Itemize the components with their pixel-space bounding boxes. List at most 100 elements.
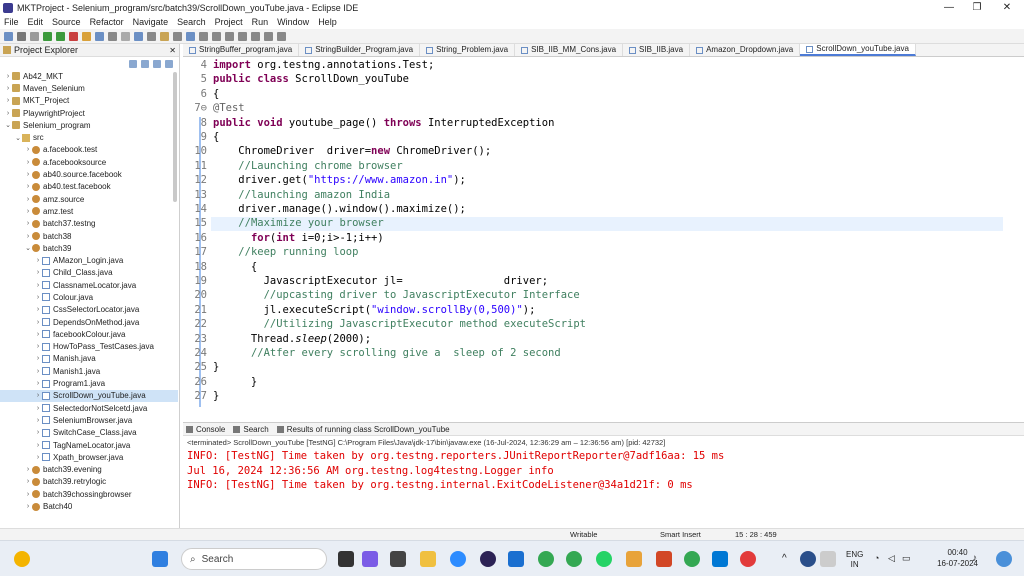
tree-toggle-icon[interactable]: › bbox=[34, 294, 42, 301]
code-line[interactable]: { bbox=[213, 88, 219, 100]
toolbar-button-icon[interactable] bbox=[108, 31, 117, 41]
tree-item[interactable]: › SeleniumBrowser.java bbox=[0, 414, 178, 426]
toolbar-button-icon[interactable] bbox=[186, 31, 195, 41]
chrome-icon-3[interactable] bbox=[684, 551, 700, 567]
menu-window[interactable]: Window bbox=[277, 17, 309, 27]
tree-item[interactable]: › ab40.test.facebook bbox=[0, 181, 178, 193]
code-editor[interactable]: 4 import org.testng.annotations.Test; 5 pub… bbox=[183, 57, 1024, 417]
tree-item[interactable]: › SwitchCase_Class.java bbox=[0, 427, 178, 439]
tree-toggle-icon[interactable]: › bbox=[34, 380, 42, 387]
toolbar-button-icon[interactable] bbox=[4, 31, 13, 41]
toolbar-button-icon[interactable] bbox=[199, 31, 208, 41]
tree-item[interactable]: › Manish1.java bbox=[0, 365, 178, 377]
tree-toggle-icon[interactable]: › bbox=[4, 97, 12, 104]
tree-toggle-icon[interactable]: › bbox=[34, 306, 42, 313]
start-icon[interactable] bbox=[152, 551, 168, 567]
code-line[interactable]: JavascriptExecutor jl= driver; bbox=[213, 275, 548, 287]
tree-toggle-icon[interactable]: › bbox=[24, 183, 32, 190]
tree-toggle-icon[interactable]: › bbox=[24, 159, 32, 166]
tray-app-icon[interactable] bbox=[800, 551, 816, 567]
copilot-icon[interactable] bbox=[996, 551, 1012, 567]
app-icon-2[interactable] bbox=[508, 551, 524, 567]
tree-toggle-icon[interactable]: › bbox=[24, 146, 32, 153]
code-line[interactable]: import org.testng.annotations.Test; bbox=[213, 59, 434, 71]
tree-item[interactable]: ⌄ Selenium_program bbox=[0, 119, 178, 131]
code-line[interactable]: } bbox=[213, 376, 257, 388]
eclipse-taskbar-icon[interactable] bbox=[480, 551, 496, 567]
tree-item[interactable]: › batch38 bbox=[0, 230, 178, 242]
tree-item[interactable]: › PlaywrightProject bbox=[0, 107, 178, 119]
tree-toggle-icon[interactable]: › bbox=[34, 319, 42, 326]
language-indicator[interactable]: ENG IN bbox=[846, 550, 863, 570]
menu-edit[interactable]: Edit bbox=[28, 17, 44, 27]
toolbar-button-icon[interactable] bbox=[225, 31, 234, 41]
toolbar-button-icon[interactable] bbox=[121, 31, 130, 41]
tree-item[interactable]: › amz.source bbox=[0, 193, 178, 205]
toolbar-button-icon[interactable] bbox=[69, 31, 78, 41]
menu-search[interactable]: Search bbox=[177, 17, 206, 27]
tree-item[interactable]: › batch39chossingbrowser bbox=[0, 488, 178, 500]
whatsapp-icon[interactable] bbox=[596, 551, 612, 567]
wifi-icon[interactable]: ◔ bbox=[874, 553, 879, 563]
toolbar-button-icon[interactable] bbox=[264, 31, 273, 41]
maximize-icon[interactable]: ❐ bbox=[962, 0, 992, 15]
tree-item[interactable]: › Xpath_browser.java bbox=[0, 451, 178, 463]
tree-toggle-icon[interactable]: ⌄ bbox=[24, 244, 32, 252]
editor-tab[interactable]: String_Problem.java bbox=[420, 44, 516, 56]
toolbar-button-icon[interactable] bbox=[17, 31, 26, 41]
tree-toggle-icon[interactable]: › bbox=[34, 269, 42, 276]
bottom-tab[interactable]: Search bbox=[233, 425, 269, 434]
toolbar-button-icon[interactable] bbox=[82, 31, 91, 41]
bottom-tab[interactable]: Results of running class ScrollDown_youT… bbox=[276, 425, 450, 434]
tree-toggle-icon[interactable]: › bbox=[34, 257, 42, 264]
code-line[interactable]: } bbox=[213, 390, 219, 402]
tree-toggle-icon[interactable]: › bbox=[24, 196, 32, 203]
menu-refactor[interactable]: Refactor bbox=[90, 17, 124, 27]
app-icon[interactable] bbox=[390, 551, 406, 567]
menu-source[interactable]: Source bbox=[52, 17, 81, 27]
tree-toggle-icon[interactable]: › bbox=[24, 171, 32, 178]
collapse-all-icon[interactable] bbox=[129, 60, 137, 68]
toolbar-button-icon[interactable] bbox=[251, 31, 260, 41]
close-view-icon[interactable]: ✕ bbox=[169, 46, 176, 55]
code-line[interactable]: } bbox=[213, 361, 219, 373]
editor-tab[interactable]: ScrollDown_youTube.java bbox=[800, 44, 916, 56]
tree-item[interactable]: › Child_Class.java bbox=[0, 267, 178, 279]
tree-item[interactable]: › ScrollDown_youTube.java bbox=[0, 389, 178, 403]
editor-tab[interactable]: StringBuilder_Program.java bbox=[299, 44, 421, 56]
tree-item[interactable]: › SelectedorNotSelcetd.java bbox=[0, 402, 178, 414]
editor-tab[interactable]: StringBuffer_program.java bbox=[183, 44, 300, 56]
code-line[interactable]: //Utilizing JavascriptExecutor method ex… bbox=[213, 318, 586, 330]
tree-item[interactable]: › facebookColour.java bbox=[0, 328, 178, 340]
code-line[interactable]: ChromeDriver driver=new ChromeDriver(); bbox=[213, 145, 491, 157]
notification-bell-icon[interactable]: ♪ bbox=[972, 553, 977, 564]
tree-item[interactable]: › DependsOnMethod.java bbox=[0, 316, 178, 328]
tree-toggle-icon[interactable]: › bbox=[4, 73, 12, 80]
project-explorer-title[interactable]: Project Explorer bbox=[14, 45, 78, 55]
app-icon-5[interactable] bbox=[740, 551, 756, 567]
code-line[interactable]: { bbox=[213, 131, 219, 143]
code-line[interactable]: public class ScrollDown_youTube bbox=[213, 73, 409, 85]
task-view-icon[interactable] bbox=[338, 551, 354, 567]
tree-item[interactable]: › Manish.java bbox=[0, 353, 178, 365]
tree-item[interactable]: › Ab42_MKT bbox=[0, 70, 178, 82]
weather-icon[interactable] bbox=[14, 551, 30, 567]
battery-icon[interactable]: ▭ bbox=[902, 553, 911, 564]
tree-item[interactable]: › batch39.evening bbox=[0, 464, 178, 476]
close-icon[interactable]: ✕ bbox=[992, 0, 1022, 15]
editor-tab[interactable]: SIB_IIB.java bbox=[623, 44, 691, 56]
toolbar-button-icon[interactable] bbox=[277, 31, 286, 41]
tree-item[interactable]: › CssSelectorLocator.java bbox=[0, 304, 178, 316]
tree-toggle-icon[interactable]: › bbox=[34, 331, 42, 338]
editor-tab[interactable]: SIB_IIB_MM_Cons.java bbox=[515, 44, 624, 56]
tree-toggle-icon[interactable]: › bbox=[24, 208, 32, 215]
tree-item[interactable]: › a.facebooksource bbox=[0, 156, 178, 168]
bottom-tab[interactable]: Console bbox=[186, 425, 225, 434]
tray-icon[interactable] bbox=[820, 551, 836, 567]
app-icon-3[interactable] bbox=[626, 551, 642, 567]
tree-toggle-icon[interactable]: ⌄ bbox=[14, 134, 22, 142]
code-line[interactable]: driver.manage().window().maximize(); bbox=[213, 203, 466, 215]
toolbar-button-icon[interactable] bbox=[147, 31, 156, 41]
tree-item[interactable]: › ClassnameLocator.java bbox=[0, 279, 178, 291]
tree-toggle-icon[interactable]: › bbox=[34, 405, 42, 412]
